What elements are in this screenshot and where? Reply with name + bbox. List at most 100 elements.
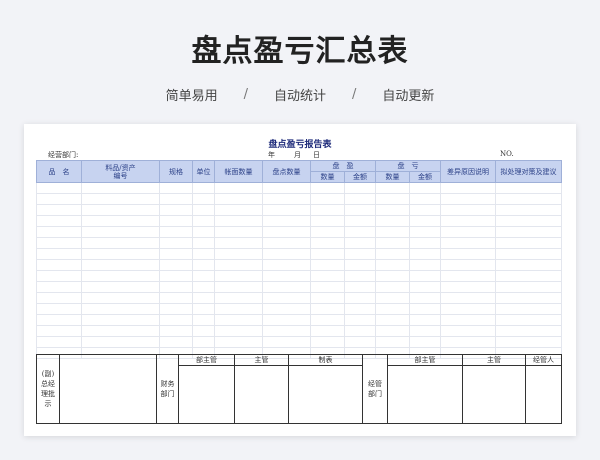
table-cell[interactable] [310, 182, 345, 194]
table-cell[interactable] [36, 248, 82, 260]
table-cell[interactable] [159, 237, 193, 249]
table-cell[interactable] [262, 259, 311, 271]
table-cell[interactable] [81, 237, 160, 249]
table-cell[interactable] [344, 215, 376, 227]
table-cell[interactable] [192, 303, 215, 315]
table-cell[interactable] [159, 314, 193, 326]
table-cell[interactable] [344, 259, 376, 271]
table-cell[interactable] [36, 215, 82, 227]
table-cell[interactable] [159, 193, 193, 205]
table-cell[interactable] [36, 325, 82, 337]
table-cell[interactable] [495, 215, 562, 227]
table-cell[interactable] [214, 259, 263, 271]
table-cell[interactable] [159, 336, 193, 348]
table-cell[interactable] [262, 303, 311, 315]
table-cell[interactable] [375, 336, 410, 348]
table-cell[interactable] [310, 281, 345, 293]
table-cell[interactable] [262, 336, 311, 348]
table-cell[interactable] [344, 226, 376, 238]
table-cell[interactable] [214, 336, 263, 348]
table-cell[interactable] [36, 336, 82, 348]
table-cell[interactable] [192, 193, 215, 205]
table-cell[interactable] [214, 303, 263, 315]
table-cell[interactable] [214, 237, 263, 249]
table-cell[interactable] [159, 270, 193, 282]
table-cell[interactable] [159, 259, 193, 271]
table-cell[interactable] [262, 292, 311, 304]
table-cell[interactable] [495, 237, 562, 249]
table-cell[interactable] [375, 303, 410, 315]
table-cell[interactable] [81, 215, 160, 227]
table-cell[interactable] [495, 325, 562, 337]
table-cell[interactable] [262, 325, 311, 337]
table-cell[interactable] [262, 204, 311, 216]
table-cell[interactable] [192, 226, 215, 238]
table-cell[interactable] [440, 259, 496, 271]
table-cell[interactable] [81, 303, 160, 315]
table-cell[interactable] [310, 303, 345, 315]
table-cell[interactable] [262, 270, 311, 282]
table-cell[interactable] [440, 281, 496, 293]
table-cell[interactable] [214, 204, 263, 216]
table-cell[interactable] [440, 336, 496, 348]
preparer-sign[interactable] [288, 365, 363, 424]
table-cell[interactable] [495, 226, 562, 238]
table-cell[interactable] [375, 270, 410, 282]
table-cell[interactable] [344, 270, 376, 282]
table-cell[interactable] [375, 259, 410, 271]
table-cell[interactable] [159, 325, 193, 337]
table-cell[interactable] [36, 314, 82, 326]
table-cell[interactable] [81, 226, 160, 238]
table-cell[interactable] [344, 303, 376, 315]
table-cell[interactable] [344, 182, 376, 194]
finance-supervisor-sign[interactable] [234, 365, 289, 424]
table-cell[interactable] [192, 215, 215, 227]
table-cell[interactable] [192, 336, 215, 348]
table-cell[interactable] [214, 270, 263, 282]
gm-approval-field[interactable] [59, 354, 157, 424]
table-cell[interactable] [495, 270, 562, 282]
table-cell[interactable] [36, 281, 82, 293]
table-cell[interactable] [159, 182, 193, 194]
table-cell[interactable] [262, 193, 311, 205]
table-cell[interactable] [495, 303, 562, 315]
table-cell[interactable] [409, 303, 441, 315]
table-cell[interactable] [310, 248, 345, 260]
table-cell[interactable] [495, 248, 562, 260]
table-cell[interactable] [440, 314, 496, 326]
table-cell[interactable] [36, 303, 82, 315]
table-cell[interactable] [81, 292, 160, 304]
table-cell[interactable] [440, 204, 496, 216]
table-cell[interactable] [262, 281, 311, 293]
table-cell[interactable] [409, 193, 441, 205]
table-cell[interactable] [375, 215, 410, 227]
table-cell[interactable] [409, 182, 441, 194]
table-cell[interactable] [192, 248, 215, 260]
table-cell[interactable] [262, 182, 311, 194]
table-cell[interactable] [81, 325, 160, 337]
table-cell[interactable] [36, 182, 82, 194]
table-cell[interactable] [192, 281, 215, 293]
table-cell[interactable] [214, 292, 263, 304]
table-cell[interactable] [310, 314, 345, 326]
table-cell[interactable] [440, 215, 496, 227]
table-cell[interactable] [81, 336, 160, 348]
table-cell[interactable] [159, 204, 193, 216]
table-cell[interactable] [310, 193, 345, 205]
table-cell[interactable] [36, 193, 82, 205]
table-cell[interactable] [310, 204, 345, 216]
table-cell[interactable] [375, 182, 410, 194]
table-cell[interactable] [495, 259, 562, 271]
table-cell[interactable] [192, 259, 215, 271]
table-cell[interactable] [81, 204, 160, 216]
table-cell[interactable] [192, 182, 215, 194]
table-cell[interactable] [440, 237, 496, 249]
table-cell[interactable] [81, 248, 160, 260]
table-cell[interactable] [409, 248, 441, 260]
table-cell[interactable] [192, 204, 215, 216]
table-cell[interactable] [409, 226, 441, 238]
table-cell[interactable] [214, 325, 263, 337]
table-cell[interactable] [192, 314, 215, 326]
table-cell[interactable] [495, 182, 562, 194]
table-cell[interactable] [214, 182, 263, 194]
